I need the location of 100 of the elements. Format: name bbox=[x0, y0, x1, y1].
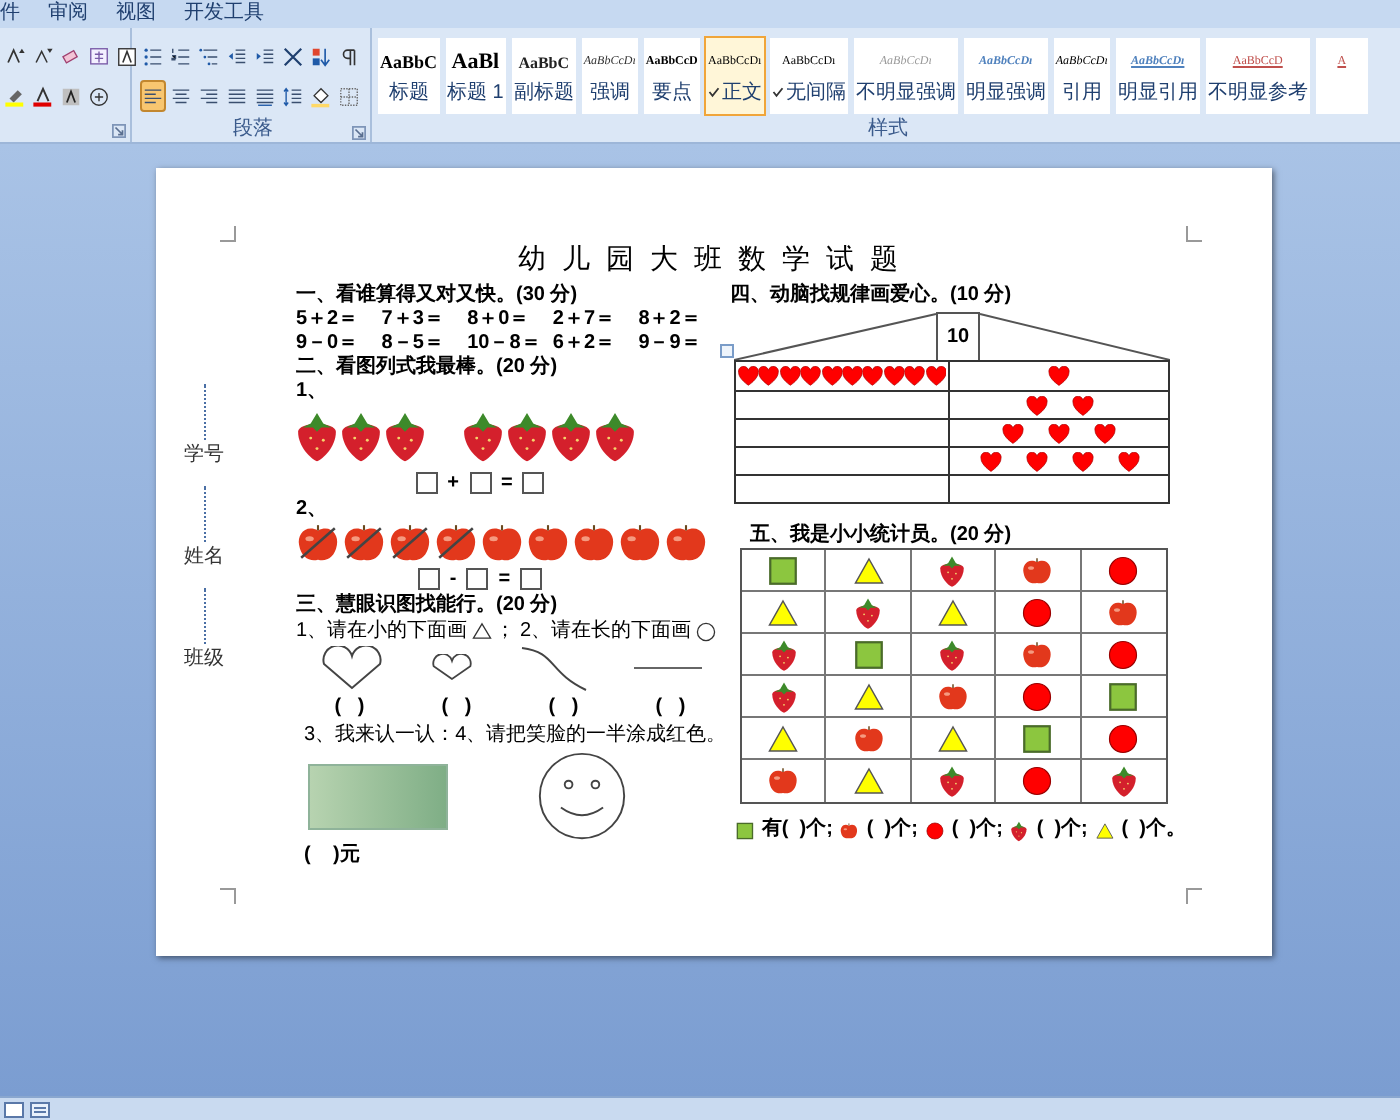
math-operator: + bbox=[447, 471, 459, 495]
triangle-icon bbox=[471, 622, 492, 640]
heart-icon bbox=[1048, 366, 1070, 386]
crop-mark bbox=[1186, 888, 1202, 904]
menu-tab[interactable]: 视图 bbox=[116, 2, 156, 26]
sort-arrow-icon bbox=[310, 45, 332, 67]
margin-label: 学号 bbox=[184, 444, 224, 466]
heart-icon bbox=[979, 451, 1001, 471]
menu-tab[interactable]: 审阅 bbox=[48, 2, 88, 26]
enclosed-character-icon bbox=[88, 85, 110, 107]
justify-icon bbox=[226, 85, 248, 107]
heart-icon bbox=[1025, 451, 1047, 471]
increase-indent-icon bbox=[254, 45, 276, 67]
style-label: 副标题 bbox=[513, 81, 574, 103]
arithmetic-problem: 8＋2＝ bbox=[638, 308, 703, 332]
layout-view-icon[interactable] bbox=[30, 1101, 50, 1117]
strawberry-icon bbox=[1010, 819, 1029, 841]
triangle-icon bbox=[853, 681, 884, 711]
apple-icon bbox=[768, 766, 799, 796]
legend-text: ( )个; bbox=[1036, 818, 1088, 842]
roof-number: 10 bbox=[936, 312, 980, 360]
smiley-face-drawing bbox=[536, 750, 628, 842]
triangle-icon bbox=[937, 597, 968, 627]
section-heading: 四、动脑找规律画爱心。(10 分) bbox=[730, 284, 1014, 308]
instruction-text: 1、请在小的下面画 bbox=[296, 619, 468, 643]
section-heading: 一、看谁算得又对又快。(30 分) bbox=[296, 284, 580, 308]
circle-icon bbox=[695, 621, 716, 641]
answer-box bbox=[469, 472, 491, 494]
bullet-list-icon bbox=[142, 45, 164, 67]
heart-icon bbox=[800, 366, 822, 386]
crop-mark bbox=[1186, 226, 1202, 242]
border-grid-icon bbox=[338, 85, 360, 107]
crop-mark bbox=[220, 226, 236, 242]
apple-icon bbox=[853, 723, 884, 753]
style-preview: AaBl bbox=[451, 49, 500, 75]
heart-icon bbox=[1002, 423, 1024, 443]
style-label: 正文 bbox=[721, 81, 762, 103]
down-arrow-icon bbox=[32, 45, 54, 67]
exam-title: 幼儿园大班数学试题 bbox=[518, 244, 916, 280]
highlighter-icon bbox=[4, 85, 26, 107]
page-view-icon[interactable] bbox=[4, 1101, 24, 1117]
distributed-align-icon bbox=[254, 85, 276, 107]
dialog-launcher-icon[interactable] bbox=[352, 126, 366, 140]
style-tile[interactable]: AaBbC 副标题 bbox=[509, 36, 578, 116]
section-heading: 五、我是小小统计员。(20 分) bbox=[748, 524, 1014, 548]
circle-icon bbox=[1022, 597, 1053, 627]
style-preview: AaBbC bbox=[518, 51, 570, 75]
arithmetic-problem: 6＋2＝ bbox=[552, 332, 618, 356]
circle-icon bbox=[925, 819, 944, 841]
arithmetic-problem: 8－5＝ bbox=[381, 332, 446, 355]
margin-label: 姓名 bbox=[184, 546, 224, 568]
heart-icon bbox=[904, 366, 926, 386]
legend-text: 有( )个; bbox=[761, 818, 833, 842]
style-label: 标题 1 bbox=[447, 81, 504, 103]
cross-arrows-icon bbox=[282, 45, 304, 67]
dialog-launcher-icon[interactable] bbox=[112, 124, 126, 138]
group-label: 样式 bbox=[868, 118, 908, 140]
heart-icon bbox=[1071, 395, 1093, 415]
heart-icon bbox=[779, 366, 801, 386]
strawberry-icon bbox=[1107, 764, 1140, 798]
heart-icon bbox=[1025, 395, 1047, 415]
legend-text: ( )个。 bbox=[1121, 818, 1187, 842]
square-icon bbox=[736, 819, 754, 841]
style-tile[interactable]: AaBl 标题 1 bbox=[443, 36, 508, 116]
heart-icon bbox=[883, 366, 905, 386]
apple-icon bbox=[840, 819, 859, 841]
triangle-icon bbox=[768, 597, 799, 627]
style-tile[interactable]: AaBbC 标题 bbox=[376, 36, 442, 116]
section-heading: 三、慧眼识图找能行。(20 分) bbox=[296, 594, 560, 618]
circle-icon bbox=[1022, 766, 1053, 796]
menu-tab[interactable]: 件 bbox=[0, 2, 20, 26]
heart-icon bbox=[1117, 451, 1139, 471]
heart-icon bbox=[1094, 423, 1116, 443]
menu-tab[interactable]: 开发工具 bbox=[184, 2, 264, 26]
style-label: 明显强调 bbox=[965, 81, 1046, 103]
style-label: 强调 bbox=[589, 81, 630, 103]
strawberry-icon bbox=[767, 637, 800, 671]
apple-icon bbox=[1022, 555, 1053, 585]
multilevel-list-icon bbox=[198, 45, 220, 67]
arithmetic-problem: 10－8＝ bbox=[467, 332, 543, 355]
apple-icon bbox=[937, 681, 968, 711]
table-move-handle-icon[interactable] bbox=[720, 344, 734, 358]
heart-icon bbox=[862, 366, 884, 386]
square-icon bbox=[1108, 681, 1139, 711]
answer-parentheses: ( ) bbox=[655, 695, 686, 719]
group-label: 段落 bbox=[233, 118, 273, 140]
arithmetic-problem: 2＋7＝ bbox=[552, 308, 618, 332]
circle-icon bbox=[1108, 723, 1139, 753]
section-heading: 二、看图列式我最棒。(20 分) bbox=[296, 356, 560, 380]
heart-outline-drawing bbox=[429, 654, 473, 682]
apple-icon bbox=[1108, 597, 1139, 627]
paint-bucket-icon bbox=[310, 85, 332, 107]
crop-mark bbox=[220, 888, 236, 904]
style-label: 无间隔 bbox=[785, 81, 846, 103]
align-left-button[interactable] bbox=[140, 80, 166, 112]
problem-number: 1、 bbox=[296, 380, 328, 404]
circle-icon bbox=[1108, 639, 1139, 669]
answer-parentheses: ( ) bbox=[334, 695, 365, 719]
triangle-icon bbox=[1095, 819, 1114, 841]
answer-box bbox=[520, 568, 543, 590]
